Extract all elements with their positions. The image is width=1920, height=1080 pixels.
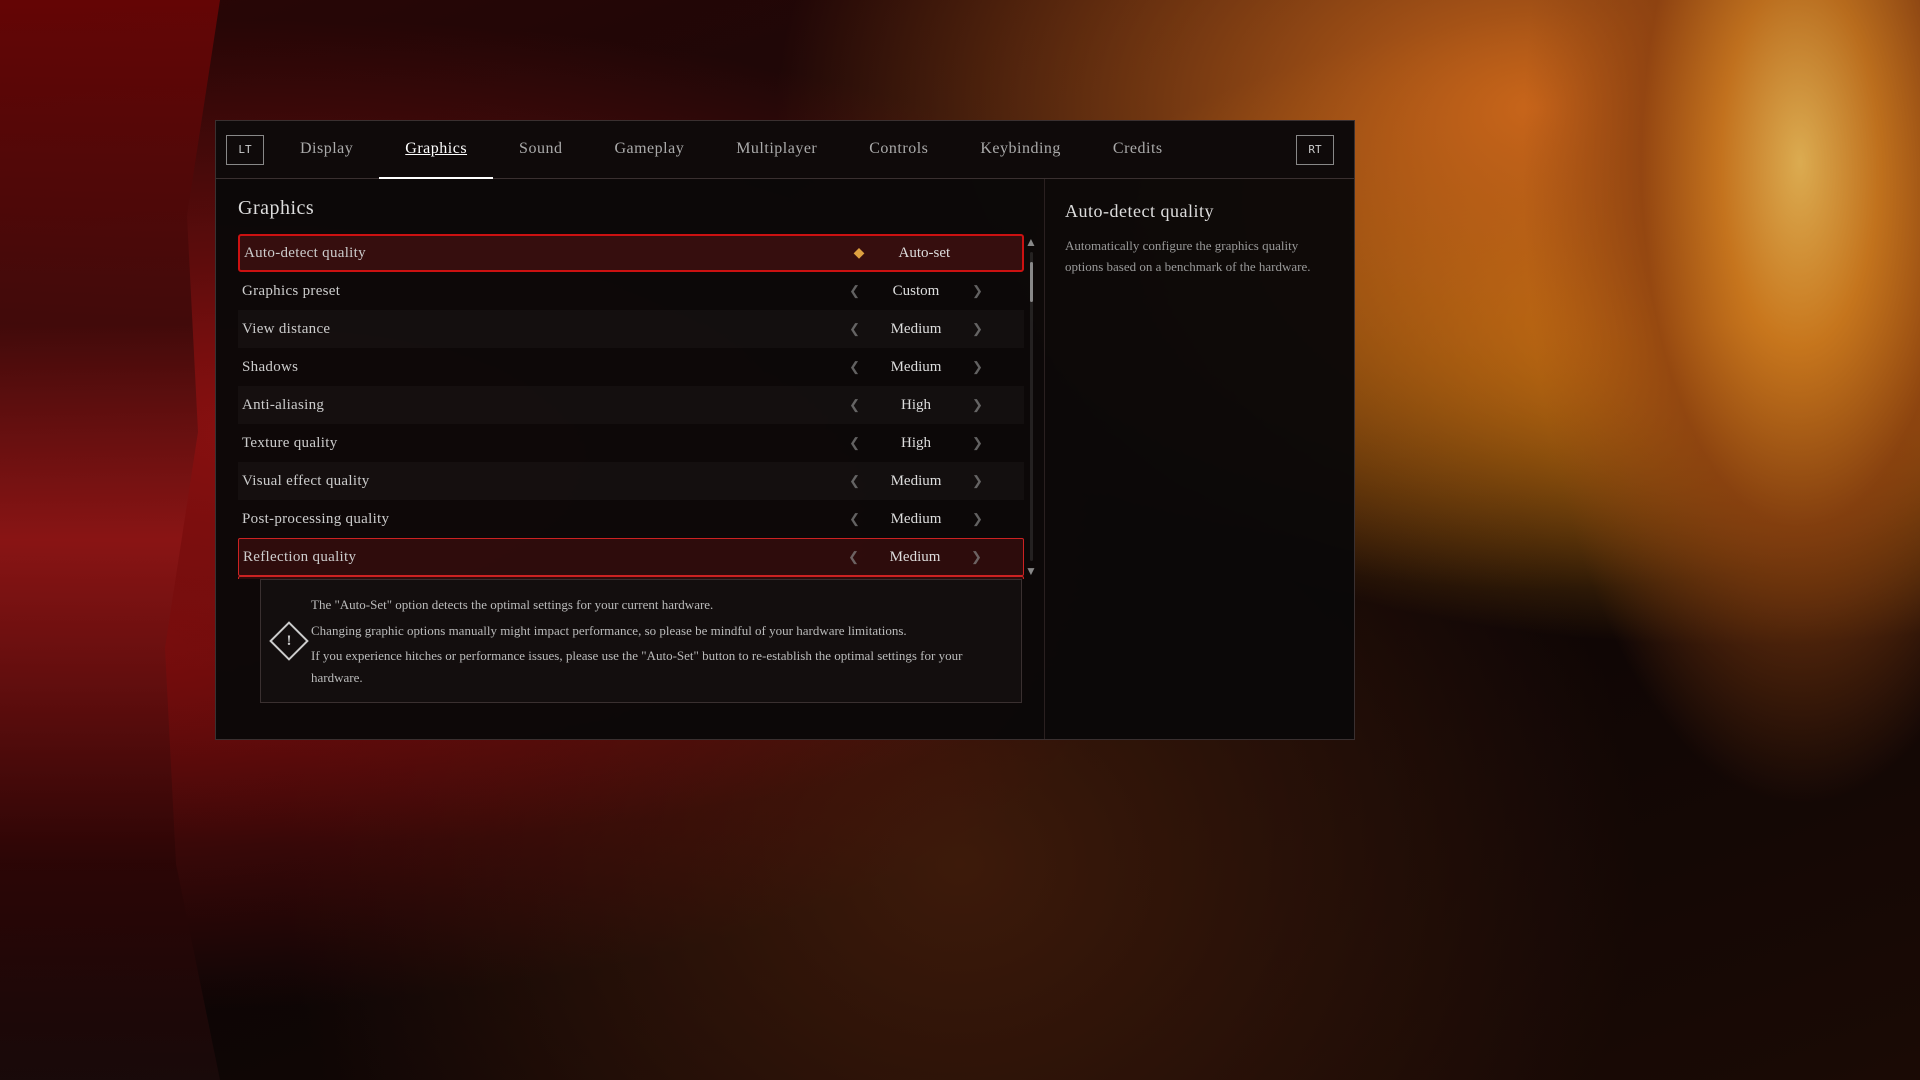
setting-value-area-reflection: ❮ Medium ❯ bbox=[815, 549, 1015, 566]
setting-row-auto-detect[interactable]: Auto-detect quality ◆ Auto-set bbox=[238, 234, 1024, 272]
scrollbar[interactable]: ▲ ▼ bbox=[1024, 234, 1038, 579]
panel-title: Graphics bbox=[238, 197, 1044, 220]
right-arrow-shadows[interactable]: ❯ bbox=[972, 359, 983, 375]
setting-name-auto-detect: Auto-detect quality bbox=[244, 245, 814, 262]
tab-sound[interactable]: Sound bbox=[493, 121, 588, 179]
setting-value-area-post-processing: ❮ Medium ❯ bbox=[816, 511, 1016, 528]
setting-value-texture-quality: High bbox=[866, 435, 966, 452]
setting-value-reflection: Medium bbox=[865, 549, 965, 566]
setting-row-post-processing[interactable]: Post-processing quality ❮ Medium ❯ bbox=[238, 500, 1024, 538]
setting-row-view-distance[interactable]: View distance ❮ Medium ❯ bbox=[238, 310, 1024, 348]
description-title: Auto-detect quality bbox=[1065, 201, 1334, 222]
tab-credits[interactable]: Credits bbox=[1087, 121, 1189, 179]
warning-line3: If you experience hitches or performance… bbox=[311, 645, 1005, 688]
right-arrow-visual-effect[interactable]: ❯ bbox=[972, 473, 983, 489]
setting-value-visual-effect: Medium bbox=[866, 473, 966, 490]
setting-value-area-graphics-preset: ❮ Custom ❯ bbox=[816, 283, 1016, 300]
warning-line2: Changing graphic options manually might … bbox=[311, 620, 1005, 641]
setting-value-shadows: Medium bbox=[866, 359, 966, 376]
description-text: Automatically configure the graphics qua… bbox=[1065, 236, 1334, 278]
settings-panel: Graphics Auto-detect quality ◆ Auto-set … bbox=[216, 179, 1044, 739]
right-arrow-reflection[interactable]: ❯ bbox=[971, 549, 982, 565]
settings-modal: LT Display Graphics Sound Gameplay Multi… bbox=[215, 120, 1355, 740]
warning-icon-symbol: ! bbox=[287, 633, 292, 650]
scroll-thumb[interactable] bbox=[1030, 262, 1033, 302]
warning-box: ! The "Auto-Set" option detects the opti… bbox=[260, 579, 1022, 703]
description-panel: Auto-detect quality Automatically config… bbox=[1044, 179, 1354, 739]
lt-trigger[interactable]: LT bbox=[226, 135, 264, 165]
left-arrow-reflection[interactable]: ❮ bbox=[848, 549, 859, 565]
rt-trigger[interactable]: RT bbox=[1296, 135, 1334, 165]
tab-keybinding[interactable]: Keybinding bbox=[954, 121, 1087, 179]
setting-name-texture-quality: Texture quality bbox=[242, 435, 816, 452]
setting-value-area-view-distance: ❮ Medium ❯ bbox=[816, 321, 1016, 338]
setting-value-area-anti-aliasing: ❮ High ❯ bbox=[816, 397, 1016, 414]
scroll-up-arrow[interactable]: ▲ bbox=[1025, 236, 1037, 248]
warning-line1: The "Auto-Set" option detects the optima… bbox=[311, 594, 1005, 615]
setting-name-view-distance: View distance bbox=[242, 321, 816, 338]
warning-icon: ! bbox=[269, 621, 309, 661]
tab-multiplayer[interactable]: Multiplayer bbox=[710, 121, 843, 179]
setting-value-anti-aliasing: High bbox=[866, 397, 966, 414]
setting-row-shadows[interactable]: Shadows ❮ Medium ❯ bbox=[238, 348, 1024, 386]
setting-value-area-texture-quality: ❮ High ❯ bbox=[816, 435, 1016, 452]
left-arrow-shadows[interactable]: ❮ bbox=[849, 359, 860, 375]
content-area: Graphics Auto-detect quality ◆ Auto-set … bbox=[216, 179, 1354, 739]
setting-row-texture-quality[interactable]: Texture quality ❮ High ❯ bbox=[238, 424, 1024, 462]
setting-value-area-visual-effect: ❮ Medium ❯ bbox=[816, 473, 1016, 490]
auto-set-icon: ◆ bbox=[854, 245, 865, 262]
nav-bar: LT Display Graphics Sound Gameplay Multi… bbox=[216, 121, 1354, 179]
right-arrow-post-processing[interactable]: ❯ bbox=[972, 511, 983, 527]
right-arrow-anti-aliasing[interactable]: ❯ bbox=[972, 397, 983, 413]
setting-row-graphics-preset[interactable]: Graphics preset ❮ Custom ❯ bbox=[238, 272, 1024, 310]
setting-name-shadows: Shadows bbox=[242, 359, 816, 376]
warning-text: The "Auto-Set" option detects the optima… bbox=[311, 594, 1005, 688]
setting-name-reflection: Reflection quality bbox=[243, 549, 815, 566]
scroll-down-arrow[interactable]: ▼ bbox=[1025, 565, 1037, 577]
right-arrow-texture-quality[interactable]: ❯ bbox=[972, 435, 983, 451]
setting-row-visual-effect[interactable]: Visual effect quality ❮ Medium ❯ bbox=[238, 462, 1024, 500]
nav-tabs: Display Graphics Sound Gameplay Multipla… bbox=[274, 121, 1296, 179]
setting-name-graphics-preset: Graphics preset bbox=[242, 283, 816, 300]
setting-value-auto-detect: Auto-set bbox=[874, 245, 974, 262]
left-arrow-view-distance[interactable]: ❮ bbox=[849, 321, 860, 337]
setting-name-anti-aliasing: Anti-aliasing bbox=[242, 397, 816, 414]
tab-gameplay[interactable]: Gameplay bbox=[588, 121, 710, 179]
tab-display[interactable]: Display bbox=[274, 121, 379, 179]
tab-controls[interactable]: Controls bbox=[843, 121, 954, 179]
setting-name-visual-effect: Visual effect quality bbox=[242, 473, 816, 490]
left-arrow-graphics-preset[interactable]: ❮ bbox=[849, 283, 860, 299]
left-arrow-post-processing[interactable]: ❮ bbox=[849, 511, 860, 527]
right-arrow-graphics-preset[interactable]: ❯ bbox=[972, 283, 983, 299]
setting-value-post-processing: Medium bbox=[866, 511, 966, 528]
bg-right-detail bbox=[1520, 0, 1920, 810]
scroll-track bbox=[1030, 252, 1033, 561]
right-arrow-view-distance[interactable]: ❯ bbox=[972, 321, 983, 337]
settings-list-wrapper: Auto-detect quality ◆ Auto-set Graphics … bbox=[238, 234, 1044, 579]
left-arrow-texture-quality[interactable]: ❮ bbox=[849, 435, 860, 451]
setting-value-area-auto-detect: ◆ Auto-set bbox=[814, 245, 1014, 262]
left-arrow-visual-effect[interactable]: ❮ bbox=[849, 473, 860, 489]
left-arrow-anti-aliasing[interactable]: ❮ bbox=[849, 397, 860, 413]
tab-graphics[interactable]: Graphics bbox=[379, 121, 493, 179]
setting-value-view-distance: Medium bbox=[866, 321, 966, 338]
setting-row-anti-aliasing[interactable]: Anti-aliasing ❮ High ❯ bbox=[238, 386, 1024, 424]
settings-list: Auto-detect quality ◆ Auto-set Graphics … bbox=[238, 234, 1024, 579]
setting-name-post-processing: Post-processing quality bbox=[242, 511, 816, 528]
setting-value-graphics-preset: Custom bbox=[866, 283, 966, 300]
setting-value-area-shadows: ❮ Medium ❯ bbox=[816, 359, 1016, 376]
setting-row-reflection[interactable]: Reflection quality ❮ Medium ❯ bbox=[238, 538, 1024, 576]
